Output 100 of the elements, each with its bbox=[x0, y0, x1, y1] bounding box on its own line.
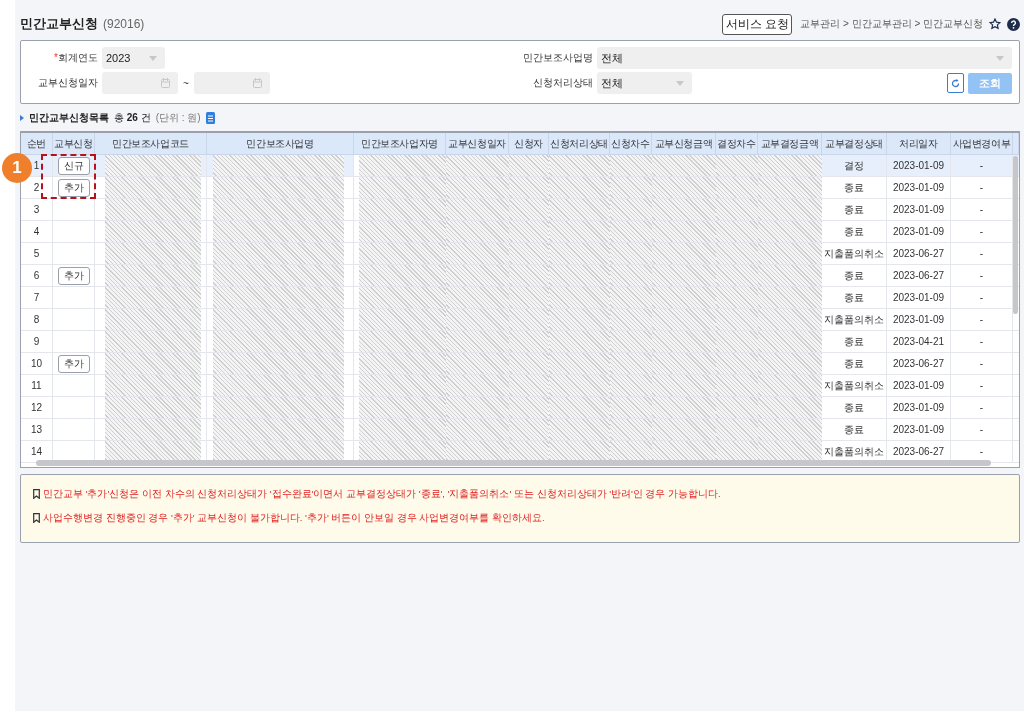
refresh-button[interactable] bbox=[947, 73, 964, 93]
apply-button[interactable]: 추가 bbox=[57, 266, 90, 285]
table-cell: 4 bbox=[21, 221, 53, 242]
table-row[interactable]: 10 추가 종료 2023-06-27 - bbox=[21, 353, 1019, 375]
bullet-icon bbox=[20, 115, 24, 121]
table-cell: - bbox=[951, 419, 1013, 440]
table-cell: 종료 bbox=[822, 265, 887, 286]
page-title: 민간교부신청 bbox=[20, 15, 98, 33]
table-row[interactable]: 2 추가 종료 2023-01-09 - bbox=[21, 177, 1019, 199]
table-row[interactable]: 11 지출품의취소 2023-01-09 - bbox=[21, 375, 1019, 397]
table-cell: 종료 bbox=[822, 331, 887, 352]
table-row[interactable]: 7 종료 2023-01-09 - bbox=[21, 287, 1019, 309]
table-cell: 종료 bbox=[822, 221, 887, 242]
notice-text: 민간교부 '추가'신청은 이전 차수의 신청처리상태가 '접수완료'이면서 교부결정상태가 '종료', '지출품의취소' 또는 신청처리상태가 '반려'인 경우 가능합니다. bbox=[43, 487, 721, 501]
table-cell: 2023-06-27 bbox=[887, 243, 951, 264]
calendar-icon[interactable] bbox=[161, 78, 170, 88]
column-header: 민간보조사업코드 bbox=[95, 133, 207, 154]
column-header: 민간보조사업자명 bbox=[354, 133, 446, 154]
caret-icon bbox=[149, 55, 157, 61]
breadcrumb: 교부관리 > 민간교부관리 > 민간교부신청 bbox=[800, 17, 983, 31]
date-field[interactable] bbox=[102, 72, 178, 94]
table-cell: - bbox=[951, 353, 1013, 374]
table-cell: 11 bbox=[21, 375, 53, 396]
table-cell: 5 bbox=[21, 243, 53, 264]
date-range-separator: ~ bbox=[183, 77, 189, 89]
column-header: 교부신청 bbox=[53, 133, 95, 154]
column-header: 교부결정금액 bbox=[758, 133, 822, 154]
table-cell: - bbox=[951, 397, 1013, 418]
table-cell: 2023-01-09 bbox=[887, 177, 951, 198]
table-row[interactable]: 5 지출품의취소 2023-06-27 - bbox=[21, 243, 1019, 265]
page-code: (92016) bbox=[103, 17, 145, 31]
table-row[interactable]: 13 종료 2023-01-09 - bbox=[21, 419, 1019, 441]
date-field[interactable] bbox=[193, 72, 270, 94]
excel-download-icon[interactable] bbox=[205, 112, 215, 124]
vertical-scrollbar[interactable] bbox=[1013, 156, 1018, 314]
table-cell: 2023-01-09 bbox=[887, 419, 951, 440]
table-cell: 종료 bbox=[822, 177, 887, 198]
column-header: 처리일자 bbox=[887, 133, 951, 154]
table-cell: 종료 bbox=[822, 199, 887, 220]
table-cell: - bbox=[951, 331, 1013, 352]
table-cell: 2023-01-09 bbox=[887, 309, 951, 330]
table-cell: 3 bbox=[21, 199, 53, 220]
unit-label: (단위 : 원) bbox=[155, 111, 201, 125]
table-cell: 2023-01-09 bbox=[887, 375, 951, 396]
request-date-label: 교부신청일자 bbox=[37, 76, 99, 90]
column-header: 신청차수 bbox=[610, 133, 652, 154]
table-cell: 지출품의취소 bbox=[822, 375, 887, 396]
column-header: 교부신청금액 bbox=[652, 133, 716, 154]
apply-button[interactable]: 추가 bbox=[57, 354, 90, 373]
table-cell: 7 bbox=[21, 287, 53, 308]
table-row[interactable]: 4 종료 2023-01-09 - bbox=[21, 221, 1019, 243]
table-cell: 종료 bbox=[822, 353, 887, 374]
table-cell: 지출품의취소 bbox=[822, 243, 887, 264]
caret-icon bbox=[676, 80, 684, 86]
table-cell: - bbox=[951, 375, 1013, 396]
table-cell: 8 bbox=[21, 309, 53, 330]
table-cell: 2023-01-09 bbox=[887, 199, 951, 220]
horizontal-scrollbar[interactable] bbox=[36, 460, 991, 466]
table-row[interactable]: 3 종료 2023-01-09 - bbox=[21, 199, 1019, 221]
table-cell: 2023-01-09 bbox=[887, 155, 951, 176]
column-header: 사업변경여부 bbox=[951, 133, 1013, 154]
table-cell: 결정 bbox=[822, 155, 887, 176]
table-cell: 종료 bbox=[822, 287, 887, 308]
column-header: 민간보조사업명 bbox=[207, 133, 354, 154]
table-cell: 2023-01-09 bbox=[887, 287, 951, 308]
project-name-select[interactable]: 전체 bbox=[597, 47, 1012, 69]
service-request-button[interactable]: 서비스 요청 bbox=[722, 13, 793, 35]
column-header: 결정차수 bbox=[716, 133, 758, 154]
table-cell: 6 bbox=[21, 265, 53, 286]
table-cell: 9 bbox=[21, 331, 53, 352]
table-row[interactable]: 8 지출품의취소 2023-01-09 - bbox=[21, 309, 1019, 331]
table-cell: 지출품의취소 bbox=[822, 309, 887, 330]
star-icon[interactable] bbox=[989, 18, 1001, 30]
list-title: 민간교부신청목록 bbox=[29, 111, 109, 125]
highlight-frame bbox=[41, 154, 96, 199]
bookmark-icon bbox=[33, 513, 40, 523]
table-row[interactable]: 9 종료 2023-04-21 - bbox=[21, 331, 1019, 353]
table-cell: 10 bbox=[21, 353, 53, 374]
apply-button[interactable]: 추가 bbox=[57, 178, 90, 197]
table-cell: 종료 bbox=[822, 397, 887, 418]
table-row[interactable]: 12 종료 2023-01-09 - bbox=[21, 397, 1019, 419]
table-cell: 2023-06-27 bbox=[887, 265, 951, 286]
table-row[interactable]: 6 추가 종료 2023-06-27 - bbox=[21, 265, 1019, 287]
refresh-icon bbox=[951, 78, 960, 88]
table-cell: 2023-01-09 bbox=[887, 397, 951, 418]
table-cell: 2023-04-21 bbox=[887, 331, 951, 352]
table-cell: 2023-06-27 bbox=[887, 353, 951, 374]
calendar-icon[interactable] bbox=[252, 78, 262, 88]
table-cell: 종료 bbox=[822, 419, 887, 440]
process-status-label: 신청처리상태 bbox=[532, 76, 594, 90]
column-header: 교부결정상태 bbox=[822, 133, 887, 154]
column-header: 신청자 bbox=[509, 133, 549, 154]
caret-icon bbox=[996, 55, 1004, 61]
table-cell: 12 bbox=[21, 397, 53, 418]
help-icon[interactable] bbox=[1007, 17, 1020, 31]
apply-button[interactable]: 신규 bbox=[57, 156, 90, 175]
record-count: 총 26 건 bbox=[114, 111, 151, 125]
process-status-select[interactable]: 전체 bbox=[597, 72, 692, 94]
notice-text: 사업수행변경 진행중인 경우 '추가' 교부신청이 불가합니다. '추가' 버튼이 안보일 경우 사업변경여부를 확인하세요. bbox=[43, 511, 545, 525]
fiscal-year-select[interactable]: 2023 bbox=[102, 47, 165, 69]
